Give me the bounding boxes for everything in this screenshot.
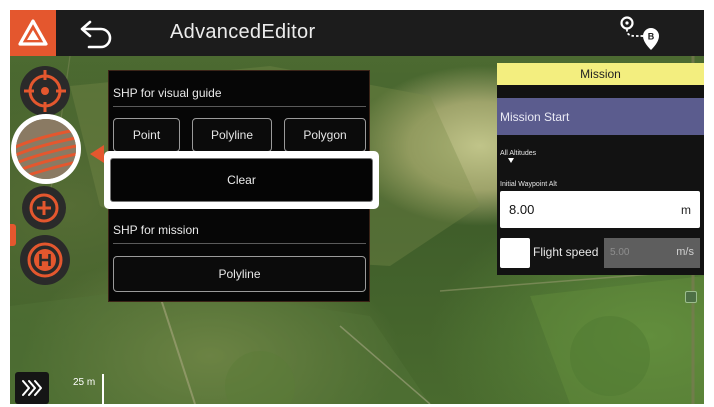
flight-speed-input[interactable]: 5.00 m/s <box>604 238 700 268</box>
divider <box>113 106 366 107</box>
clear-button[interactable]: Clear <box>104 151 379 209</box>
divider <box>113 243 366 244</box>
chevrons-right-icon <box>22 380 42 396</box>
popup-pointer <box>90 145 104 163</box>
svg-text:B: B <box>648 32 655 42</box>
altitudes-dropdown[interactable] <box>508 158 514 163</box>
initial-alt-unit: m <box>681 203 691 217</box>
route-pin-icon[interactable]: B <box>616 14 664 52</box>
side-drawer-tab[interactable] <box>10 224 16 246</box>
plus-icon <box>29 193 59 223</box>
flight-speed-checkbox[interactable] <box>500 238 530 268</box>
expand-button[interactable] <box>15 372 49 404</box>
back-arrow-icon[interactable] <box>76 17 116 51</box>
top-bar: AdvancedEditor B <box>10 10 704 56</box>
altitudes-label: All Altitudes <box>500 150 537 157</box>
initial-alt-input[interactable]: 8.00 m <box>500 191 700 228</box>
clear-button-label: Clear <box>110 158 373 202</box>
map-scale-bar <box>102 374 104 404</box>
crosshair-icon <box>24 70 66 112</box>
initial-alt-label: Initial Waypoint Alt <box>500 181 557 188</box>
add-waypoint-button[interactable] <box>22 186 66 230</box>
mission-panel: Mission Mission Start All Altitudes Init… <box>497 63 704 275</box>
initial-alt-value: 8.00 <box>509 202 535 217</box>
mission-header[interactable]: Mission <box>497 63 704 85</box>
shp-mission-title: SHP for mission <box>113 223 199 237</box>
home-landing-button[interactable] <box>20 235 70 285</box>
triangle-logo-icon[interactable] <box>10 10 56 56</box>
app-screen: AdvancedEditor B SHP for visual guide Po… <box>10 10 704 404</box>
flight-speed-value: 5.00 <box>610 247 630 258</box>
map-marker-icon[interactable] <box>685 291 697 303</box>
field-rows-icon <box>16 119 76 179</box>
flight-speed-unit: m/s <box>676 246 694 258</box>
app-title: AdvancedEditor <box>170 21 316 43</box>
mission-start-item[interactable]: Mission Start <box>497 98 704 135</box>
polyline-guide-button[interactable]: Polyline <box>192 118 272 152</box>
flight-speed-label: Flight speed <box>533 245 599 259</box>
h-landing-icon <box>27 242 63 278</box>
visual-guide-title: SHP for visual guide <box>113 86 222 100</box>
point-button[interactable]: Point <box>113 118 180 152</box>
polyline-mission-button[interactable]: Polyline <box>113 256 366 292</box>
polygon-button[interactable]: Polygon <box>284 118 366 152</box>
target-button[interactable] <box>20 66 70 116</box>
map-scale-label: 25 m <box>73 377 96 388</box>
field-shp-button[interactable] <box>11 114 81 184</box>
